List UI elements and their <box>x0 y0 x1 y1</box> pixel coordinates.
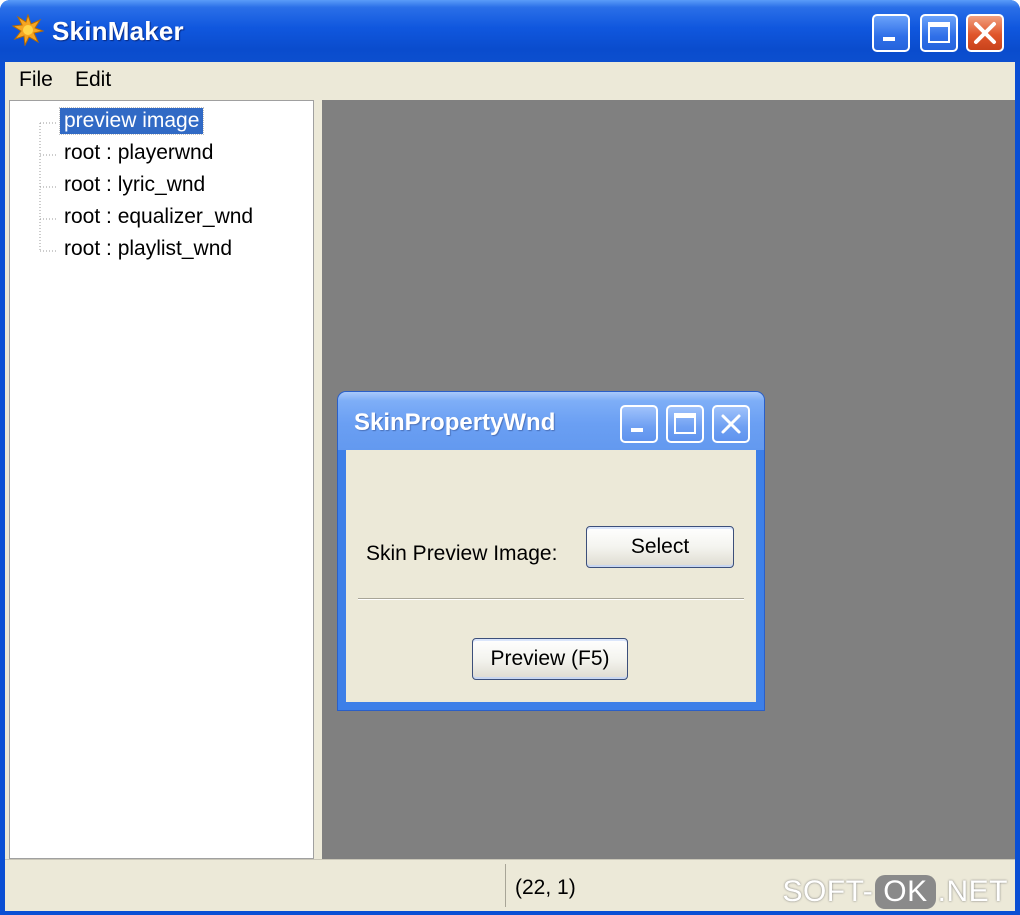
watermark: SOFT- OK .NET <box>782 875 1008 909</box>
title-bar[interactable]: SkinMaker <box>0 0 1020 62</box>
skinmaker-window: SkinMaker File Edit preview image root:… <box>0 0 1020 915</box>
tree-item-label: root : equalizer_wnd <box>64 205 254 228</box>
watermark-right: .NET <box>937 875 1008 908</box>
minimize-icon <box>631 428 643 432</box>
dialog-title: SkinPropertyWnd <box>354 409 556 436</box>
status-cursor-position: (22, 1) <box>515 876 576 899</box>
tree-item-playerwnd[interactable]: root : playerwnd <box>10 139 310 169</box>
tree-item-label: root : lyric_wnd <box>64 173 206 196</box>
close-button[interactable] <box>966 14 1004 52</box>
skin-preview-image-label: Skin Preview Image: <box>366 542 558 565</box>
maximize-button[interactable] <box>920 14 958 52</box>
dialog-maximize-button[interactable] <box>666 405 704 443</box>
menu-edit[interactable]: Edit <box>73 68 113 92</box>
tree-item-equalizer-wnd[interactable]: root : equalizer_wnd <box>10 203 310 233</box>
tree-view[interactable]: preview image root : playerwnd root : ly… <box>9 100 314 859</box>
preview-button[interactable]: Preview (F5) <box>472 638 628 680</box>
tree-item-lyric-wnd[interactable]: root : lyric_wnd <box>10 171 310 201</box>
watermark-left: SOFT- <box>782 875 874 908</box>
minimize-icon <box>883 37 895 41</box>
maximize-icon <box>674 413 696 434</box>
close-icon <box>974 22 996 44</box>
dialog-title-bar[interactable]: SkinPropertyWnd <box>338 392 764 450</box>
dialog-separator <box>358 598 744 600</box>
watermark-badge: OK <box>875 875 936 909</box>
star-burst-icon <box>12 14 44 46</box>
dialog-close-button[interactable] <box>712 405 750 443</box>
menu-file[interactable]: File <box>17 68 55 92</box>
close-icon <box>721 414 741 434</box>
maximize-icon <box>928 22 950 43</box>
status-divider <box>505 864 506 907</box>
select-button[interactable]: Select <box>586 526 734 568</box>
menu-bar: File Edit <box>5 62 1015 98</box>
dialog-body: Skin Preview Image: Select Preview (F5) <box>346 450 756 702</box>
tree-item-label: root : playlist_wnd <box>64 237 233 260</box>
tree-item-preview-image[interactable]: preview image <box>10 107 310 137</box>
dialog-minimize-button[interactable] <box>620 405 658 443</box>
minimize-button[interactable] <box>872 14 910 52</box>
tree-item-label: root : playerwnd <box>64 141 214 164</box>
panel-splitter[interactable] <box>314 100 322 859</box>
window-title: SkinMaker <box>52 16 184 46</box>
skin-property-dialog: SkinPropertyWnd Skin Preview Image: Sele… <box>338 392 764 710</box>
tree-item-playlist-wnd[interactable]: root : playlist_wnd <box>10 235 310 265</box>
tree-item-label: preview image <box>58 107 205 135</box>
